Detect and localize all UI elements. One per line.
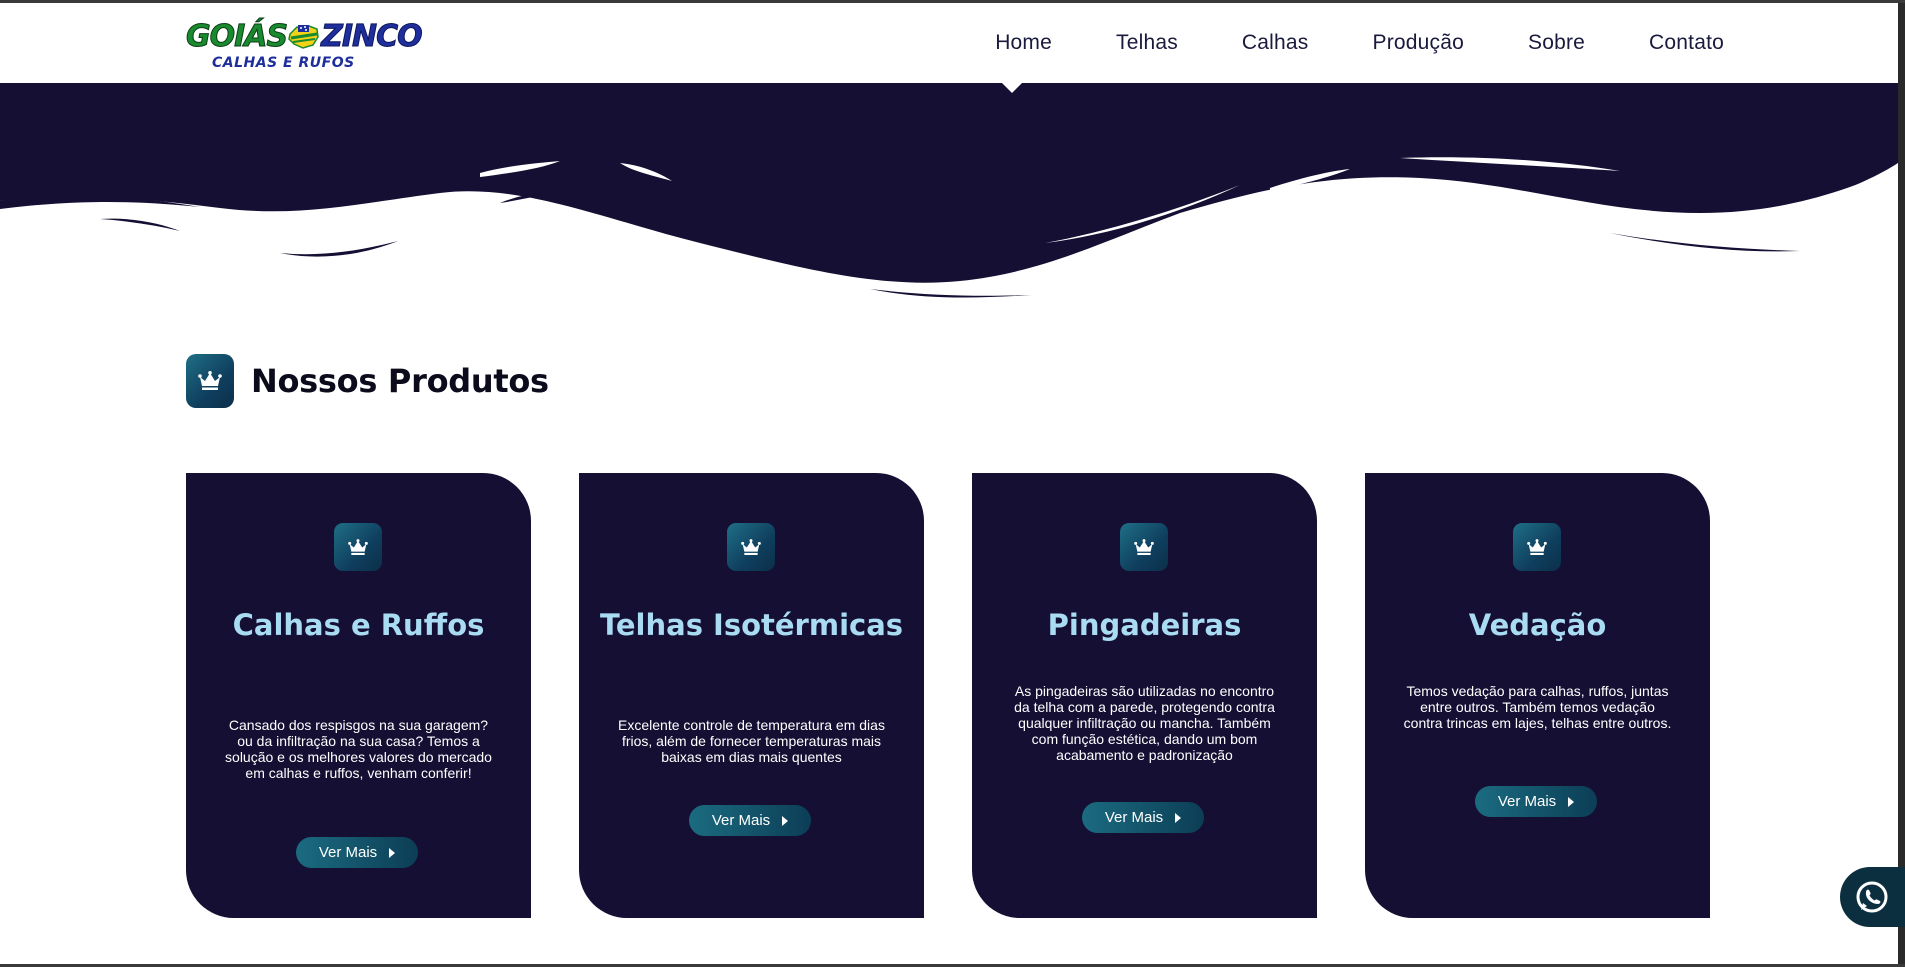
- card-description: Cansado dos respisgos na sua garagem? ou…: [225, 717, 492, 781]
- page-edge: [1898, 3, 1905, 967]
- logo[interactable]: GOIÁS ZINCO CALHAS E RUFOS: [185, 17, 423, 75]
- caret-right-icon: [1568, 796, 1575, 807]
- goias-map-icon: [288, 25, 319, 49]
- product-card-calhas: Calhas e Ruffos Cansado dos respisgos na…: [186, 473, 531, 918]
- card-title: Pingadeiras: [1047, 608, 1242, 642]
- caret-right-icon: [782, 815, 789, 826]
- card-description: As pingadeiras são utilizadas no encontr…: [1014, 683, 1275, 763]
- button-label: Ver Mais: [1497, 793, 1557, 810]
- whatsapp-button[interactable]: [1840, 867, 1905, 927]
- ver-mais-button[interactable]: Ver Mais: [1082, 802, 1204, 833]
- ver-mais-button[interactable]: Ver Mais: [689, 805, 811, 836]
- main-nav: Home Telhas Calhas Produção Sobre Contat…: [931, 31, 1724, 55]
- nav-item-contato[interactable]: Contato: [1649, 31, 1724, 55]
- whatsapp-icon: [1856, 881, 1888, 913]
- crown-icon: [1120, 523, 1168, 571]
- wave-banner: [0, 83, 1898, 298]
- nav-item-producao[interactable]: Produção: [1373, 31, 1465, 55]
- ver-mais-button[interactable]: Ver Mais: [296, 837, 418, 868]
- section-header: Nossos Produtos: [186, 354, 549, 408]
- card-description: Excelente controle de temperatura em dia…: [618, 717, 885, 765]
- card-title: Vedação: [1468, 608, 1607, 642]
- product-card-telhas: Telhas Isotérmicas Excelente controle de…: [579, 473, 924, 918]
- logo-top: GOIÁS ZINCO: [185, 19, 423, 55]
- crown-icon: [334, 523, 382, 571]
- active-nav-indicator: [1002, 83, 1022, 93]
- crown-icon: [1513, 523, 1561, 571]
- product-card-vedacao: Vedação Temos vedação para calhas, ruffo…: [1365, 473, 1710, 918]
- product-card-pingadeiras: Pingadeiras As pingadeiras são utilizada…: [972, 473, 1317, 918]
- nav-item-sobre[interactable]: Sobre: [1528, 31, 1585, 55]
- nav-item-calhas[interactable]: Calhas: [1242, 31, 1309, 55]
- card-description: Temos vedação para calhas, ruffos, junta…: [1403, 683, 1672, 731]
- crown-icon: [727, 523, 775, 571]
- card-title: Telhas Isotérmicas: [599, 608, 904, 642]
- nav-item-home[interactable]: Home: [995, 31, 1052, 55]
- caret-right-icon: [389, 847, 396, 858]
- logo-goias-text: GOIÁS: [185, 19, 288, 55]
- crown-icon: [186, 354, 234, 408]
- card-title: Calhas e Ruffos: [232, 608, 485, 642]
- logo-tagline: CALHAS E RUFOS: [212, 55, 355, 71]
- caret-right-icon: [1175, 812, 1182, 823]
- button-label: Ver Mais: [711, 812, 771, 829]
- logo-zinco-text: ZINCO: [321, 19, 424, 55]
- button-label: Ver Mais: [318, 844, 378, 861]
- product-cards: Calhas e Ruffos Cansado dos respisgos na…: [186, 473, 1711, 918]
- nav-item-telhas[interactable]: Telhas: [1116, 31, 1178, 55]
- site-header: GOIÁS ZINCO CALHAS E RUFOS Home Telhas Ca…: [0, 3, 1898, 83]
- button-label: Ver Mais: [1104, 809, 1164, 826]
- section-title: Nossos Produtos: [251, 362, 549, 400]
- ver-mais-button[interactable]: Ver Mais: [1475, 786, 1597, 817]
- page: GOIÁS ZINCO CALHAS E RUFOS Home Telhas Ca…: [0, 0, 1905, 967]
